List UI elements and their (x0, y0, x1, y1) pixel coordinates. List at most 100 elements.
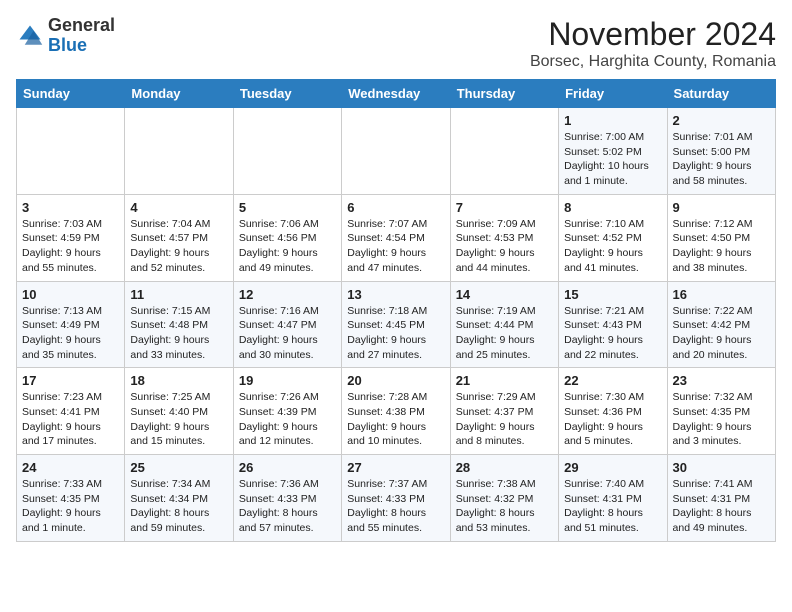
day-info: Sunrise: 7:01 AM Sunset: 5:00 PM Dayligh… (673, 130, 770, 189)
day-info: Sunrise: 7:09 AM Sunset: 4:53 PM Dayligh… (456, 217, 553, 276)
weekday-header-tuesday: Tuesday (233, 80, 341, 108)
day-info: Sunrise: 7:25 AM Sunset: 4:40 PM Dayligh… (130, 390, 227, 449)
day-info: Sunrise: 7:03 AM Sunset: 4:59 PM Dayligh… (22, 217, 119, 276)
weekday-header-row: SundayMondayTuesdayWednesdayThursdayFrid… (17, 80, 776, 108)
day-info: Sunrise: 7:28 AM Sunset: 4:38 PM Dayligh… (347, 390, 444, 449)
day-number: 22 (564, 373, 661, 388)
day-info: Sunrise: 7:18 AM Sunset: 4:45 PM Dayligh… (347, 304, 444, 363)
day-number: 21 (456, 373, 553, 388)
weekday-header-saturday: Saturday (667, 80, 775, 108)
calendar-cell: 24 Sunrise: 7:33 AM Sunset: 4:35 PM Dayli… (17, 455, 125, 542)
weekday-header-thursday: Thursday (450, 80, 558, 108)
day-info: Sunrise: 7:30 AM Sunset: 4:36 PM Dayligh… (564, 390, 661, 449)
calendar-cell (233, 108, 341, 195)
calendar-cell: 23Sunrise: 7:32 AM Sunset: 4:35 PM Dayli… (667, 368, 775, 455)
day-number: 14 (456, 287, 553, 302)
calendar-table: SundayMondayTuesdayWednesdayThursdayFrid… (16, 79, 776, 542)
calendar-body: 1 Sunrise: 7:00 AM Sunset: 5:02 PM Daylig… (17, 108, 776, 542)
calendar-cell: 26 Sunrise: 7:36 AM Sunset: 4:33 PM Dayli… (233, 455, 341, 542)
title-block: November 2024 Borsec, Harghita County, R… (530, 16, 776, 71)
day-number: 20 (347, 373, 444, 388)
logo-blue: Blue (48, 35, 87, 55)
weekday-header-friday: Friday (559, 80, 667, 108)
calendar-cell: 9Sunrise: 7:12 AM Sunset: 4:50 PM Daylig… (667, 194, 775, 281)
day-number: 1 (564, 113, 661, 128)
calendar-cell: 20 Sunrise: 7:28 AM Sunset: 4:38 PM Dayli… (342, 368, 450, 455)
calendar-cell: 19 Sunrise: 7:26 AM Sunset: 4:39 PM Dayli… (233, 368, 341, 455)
day-info: Sunrise: 7:32 AM Sunset: 4:35 PM Dayligh… (673, 390, 770, 449)
calendar-cell: 16Sunrise: 7:22 AM Sunset: 4:42 PM Dayli… (667, 281, 775, 368)
day-number: 28 (456, 460, 553, 475)
day-info: Sunrise: 7:10 AM Sunset: 4:52 PM Dayligh… (564, 217, 661, 276)
day-info: Sunrise: 7:04 AM Sunset: 4:57 PM Dayligh… (130, 217, 227, 276)
calendar-cell: 4 Sunrise: 7:04 AM Sunset: 4:57 PM Daylig… (125, 194, 233, 281)
day-number: 27 (347, 460, 444, 475)
calendar-cell: 15Sunrise: 7:21 AM Sunset: 4:43 PM Dayli… (559, 281, 667, 368)
day-info: Sunrise: 7:34 AM Sunset: 4:34 PM Dayligh… (130, 477, 227, 536)
week-row-0: 1 Sunrise: 7:00 AM Sunset: 5:02 PM Daylig… (17, 108, 776, 195)
day-info: Sunrise: 7:06 AM Sunset: 4:56 PM Dayligh… (239, 217, 336, 276)
calendar-cell: 8 Sunrise: 7:10 AM Sunset: 4:52 PM Daylig… (559, 194, 667, 281)
calendar-cell: 10 Sunrise: 7:13 AM Sunset: 4:49 PM Dayli… (17, 281, 125, 368)
calendar-cell: 13Sunrise: 7:18 AM Sunset: 4:45 PM Dayli… (342, 281, 450, 368)
day-number: 10 (22, 287, 119, 302)
day-number: 30 (673, 460, 770, 475)
logo-icon (16, 22, 44, 50)
day-number: 9 (673, 200, 770, 215)
calendar-cell: 27 Sunrise: 7:37 AM Sunset: 4:33 PM Dayli… (342, 455, 450, 542)
day-number: 4 (130, 200, 227, 215)
day-info: Sunrise: 7:29 AM Sunset: 4:37 PM Dayligh… (456, 390, 553, 449)
page-header: General Blue November 2024 Borsec, Hargh… (16, 16, 776, 71)
calendar-cell: 5Sunrise: 7:06 AM Sunset: 4:56 PM Daylig… (233, 194, 341, 281)
day-number: 24 (22, 460, 119, 475)
day-info: Sunrise: 7:16 AM Sunset: 4:47 PM Dayligh… (239, 304, 336, 363)
week-row-2: 10 Sunrise: 7:13 AM Sunset: 4:49 PM Dayli… (17, 281, 776, 368)
day-info: Sunrise: 7:36 AM Sunset: 4:33 PM Dayligh… (239, 477, 336, 536)
day-number: 11 (130, 287, 227, 302)
calendar-header: SundayMondayTuesdayWednesdayThursdayFrid… (17, 80, 776, 108)
day-info: Sunrise: 7:38 AM Sunset: 4:32 PM Dayligh… (456, 477, 553, 536)
calendar-cell: 6Sunrise: 7:07 AM Sunset: 4:54 PM Daylig… (342, 194, 450, 281)
calendar-cell (125, 108, 233, 195)
day-number: 8 (564, 200, 661, 215)
day-info: Sunrise: 7:00 AM Sunset: 5:02 PM Dayligh… (564, 130, 661, 189)
day-info: Sunrise: 7:26 AM Sunset: 4:39 PM Dayligh… (239, 390, 336, 449)
day-number: 15 (564, 287, 661, 302)
week-row-1: 3 Sunrise: 7:03 AM Sunset: 4:59 PM Daylig… (17, 194, 776, 281)
calendar-cell: 25 Sunrise: 7:34 AM Sunset: 4:34 PM Dayli… (125, 455, 233, 542)
calendar-subtitle: Borsec, Harghita County, Romania (530, 53, 776, 71)
calendar-cell: 29 Sunrise: 7:40 AM Sunset: 4:31 PM Dayli… (559, 455, 667, 542)
calendar-cell: 3 Sunrise: 7:03 AM Sunset: 4:59 PM Daylig… (17, 194, 125, 281)
calendar-cell: 12 Sunrise: 7:16 AM Sunset: 4:47 PM Dayli… (233, 281, 341, 368)
day-info: Sunrise: 7:23 AM Sunset: 4:41 PM Dayligh… (22, 390, 119, 449)
calendar-cell: 7 Sunrise: 7:09 AM Sunset: 4:53 PM Daylig… (450, 194, 558, 281)
day-number: 29 (564, 460, 661, 475)
day-number: 26 (239, 460, 336, 475)
calendar-cell: 30 Sunrise: 7:41 AM Sunset: 4:31 PM Dayli… (667, 455, 775, 542)
day-number: 25 (130, 460, 227, 475)
calendar-cell: 14Sunrise: 7:19 AM Sunset: 4:44 PM Dayli… (450, 281, 558, 368)
calendar-cell: 17Sunrise: 7:23 AM Sunset: 4:41 PM Dayli… (17, 368, 125, 455)
calendar-cell: 18 Sunrise: 7:25 AM Sunset: 4:40 PM Dayli… (125, 368, 233, 455)
day-number: 19 (239, 373, 336, 388)
calendar-cell: 1 Sunrise: 7:00 AM Sunset: 5:02 PM Daylig… (559, 108, 667, 195)
calendar-cell (342, 108, 450, 195)
day-number: 18 (130, 373, 227, 388)
day-info: Sunrise: 7:40 AM Sunset: 4:31 PM Dayligh… (564, 477, 661, 536)
day-info: Sunrise: 7:33 AM Sunset: 4:35 PM Dayligh… (22, 477, 119, 536)
day-number: 12 (239, 287, 336, 302)
day-info: Sunrise: 7:13 AM Sunset: 4:49 PM Dayligh… (22, 304, 119, 363)
day-number: 16 (673, 287, 770, 302)
day-number: 2 (673, 113, 770, 128)
day-info: Sunrise: 7:41 AM Sunset: 4:31 PM Dayligh… (673, 477, 770, 536)
weekday-header-sunday: Sunday (17, 80, 125, 108)
calendar-cell (450, 108, 558, 195)
day-number: 7 (456, 200, 553, 215)
day-number: 3 (22, 200, 119, 215)
logo-general: General (48, 15, 115, 35)
weekday-header-wednesday: Wednesday (342, 80, 450, 108)
day-info: Sunrise: 7:37 AM Sunset: 4:33 PM Dayligh… (347, 477, 444, 536)
weekday-header-monday: Monday (125, 80, 233, 108)
week-row-3: 17Sunrise: 7:23 AM Sunset: 4:41 PM Dayli… (17, 368, 776, 455)
calendar-title: November 2024 (530, 16, 776, 53)
